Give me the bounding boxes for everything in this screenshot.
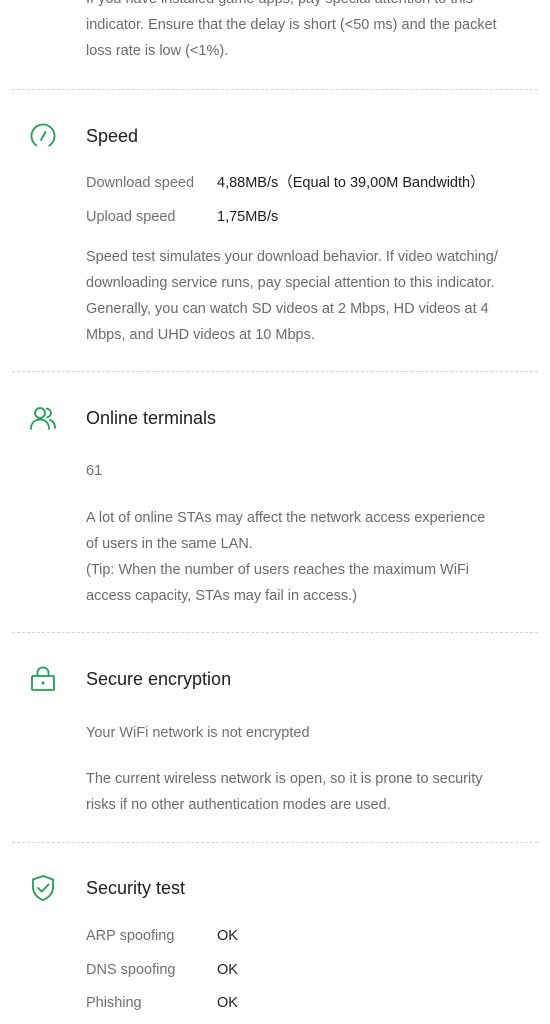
- speed-description-line: Generally, you can watch SD videos at 2 …: [86, 301, 489, 317]
- phishing-label: Phishing: [86, 995, 142, 1011]
- section-divider: [12, 89, 538, 90]
- arp-spoofing-row: ARP spoofing OK: [86, 926, 238, 946]
- secure-encryption-title: Secure encryption: [86, 669, 232, 689]
- download-speed-value: 4,88MB/s（Equal to 39,00M Bandwidth）: [217, 175, 485, 191]
- phishing-row: Phishing OK: [86, 993, 238, 1013]
- users-icon: [28, 403, 58, 433]
- terminal-count: 61: [86, 463, 103, 479]
- latency-description-line: indicator. Ensure that the delay is shor…: [86, 17, 497, 33]
- upload-speed-label: Upload speed: [86, 209, 176, 225]
- terminals-description-line: of users in the same LAN.: [86, 536, 253, 552]
- download-speed-row: Download speed 4,88MB/s（Equal to 39,00M B…: [86, 173, 485, 193]
- security-test-title: Security test: [86, 878, 186, 898]
- terminals-description-line: access capacity, STAs may fail in access…: [86, 588, 358, 604]
- upload-speed-value: 1,75MB/s: [217, 209, 279, 225]
- dns-spoofing-label: DNS spoofing: [86, 962, 176, 978]
- dns-spoofing-row: DNS spoofing OK: [86, 960, 238, 980]
- online-terminals-title: Online terminals: [86, 408, 217, 428]
- download-speed-label: Download speed: [86, 175, 195, 191]
- speed-description-line: downloading service runs, pay special at…: [86, 275, 495, 291]
- terminals-description-line: A lot of online STAs may affect the netw…: [86, 510, 486, 526]
- speed-description-line: Mbps, and UHD videos at 10 Mbps.: [86, 327, 315, 343]
- encryption-status: Your WiFi network is not encrypted: [86, 725, 310, 741]
- dns-spoofing-value: OK: [217, 962, 238, 978]
- terminals-description: A lot of online STAs may affect the netw…: [86, 505, 532, 609]
- upload-speed-row: Upload speed 1,75MB/s: [86, 207, 278, 227]
- section-divider: [12, 842, 538, 843]
- latency-description-line: If you have installed game apps, pay spe…: [86, 0, 526, 12]
- terminals-description-line: (Tip: When the number of users reaches t…: [86, 562, 470, 578]
- phishing-value: OK: [217, 995, 238, 1011]
- latency-description: If you have installed game apps, pay spe…: [86, 0, 526, 64]
- section-divider: [12, 632, 538, 633]
- shield-check-icon: [28, 873, 58, 903]
- network-diagnosis-page: If you have installed game apps, pay spe…: [0, 0, 550, 1024]
- encryption-description-line: The current wireless network is open, so…: [86, 771, 483, 787]
- encryption-description-line: risks if no other authentication modes a…: [86, 797, 391, 813]
- latency-description-line: loss rate is low (<1%).: [86, 43, 229, 59]
- section-divider: [12, 371, 538, 372]
- speed-title: Speed: [86, 126, 139, 146]
- speed-description-line: Speed test simulates your download behav…: [86, 249, 498, 265]
- encryption-description: The current wireless network is open, so…: [86, 766, 532, 818]
- lock-icon: [28, 664, 58, 694]
- arp-spoofing-label: ARP spoofing: [86, 928, 175, 944]
- speed-description: Speed test simulates your download behav…: [86, 244, 532, 348]
- arp-spoofing-value: OK: [217, 928, 238, 944]
- speedometer-icon: [28, 121, 58, 151]
